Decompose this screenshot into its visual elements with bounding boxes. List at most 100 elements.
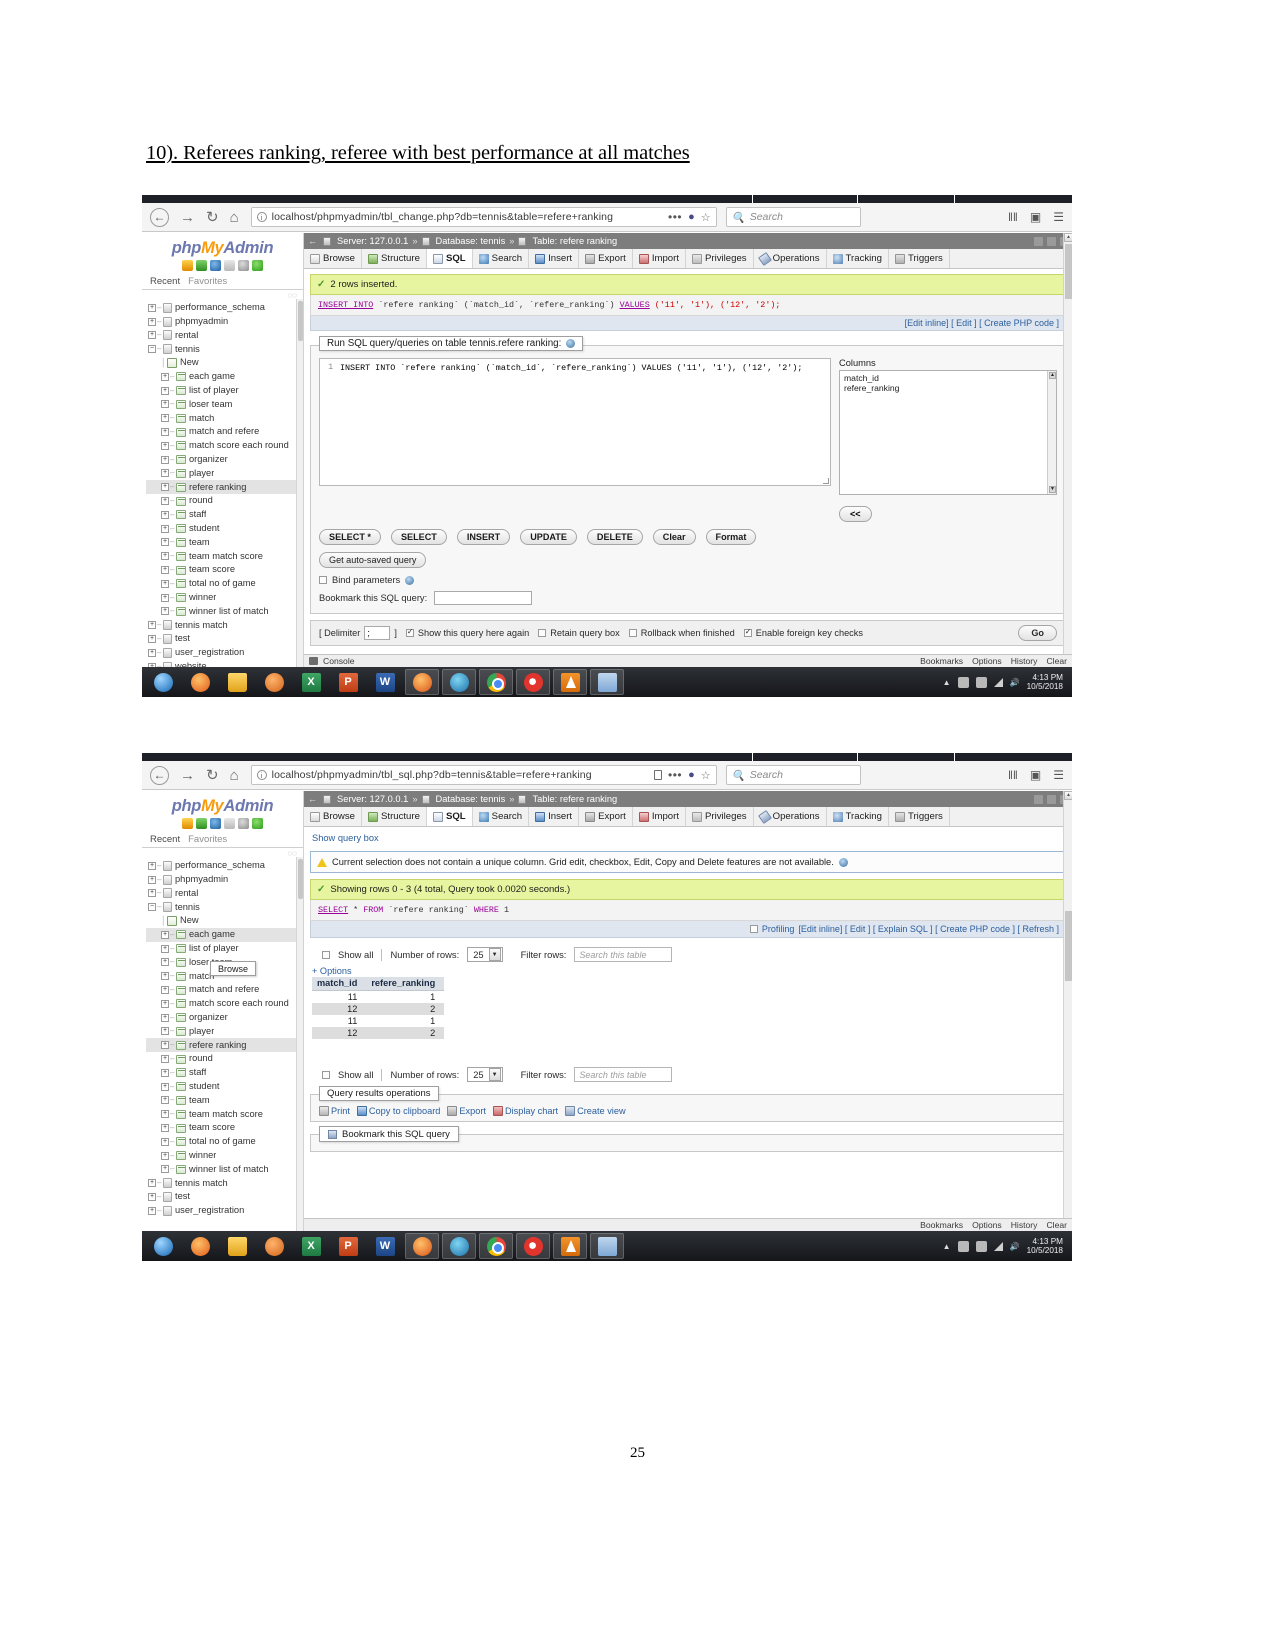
- tab-import[interactable]: Import: [633, 807, 687, 826]
- expand-icon[interactable]: +: [148, 648, 156, 657]
- expand-icon[interactable]: +: [161, 428, 169, 437]
- home-icon[interactable]: ⌂: [230, 768, 239, 783]
- breadcrumb-back-icon[interactable]: ←: [308, 236, 319, 246]
- option-rollback-when-finished[interactable]: Rollback when finished: [628, 628, 735, 638]
- scrollbar-thumb[interactable]: [1065, 244, 1072, 299]
- page-actions-icon[interactable]: •••: [668, 210, 682, 224]
- tree-db-user_registration[interactable]: + – user_registration: [146, 1204, 303, 1218]
- library-icon[interactable]: ‖‖: [1008, 768, 1018, 782]
- tree-table-match-score-each-round[interactable]: + – match score each round: [146, 439, 303, 453]
- footer-link-history[interactable]: History: [1011, 656, 1038, 666]
- resize-handle-icon[interactable]: [823, 478, 829, 484]
- tab-sql[interactable]: SQL: [426, 807, 473, 826]
- bookmark-input[interactable]: [434, 591, 533, 605]
- back-icon[interactable]: ←: [150, 765, 169, 785]
- clock[interactable]: 4:13 PM 10/5/2018: [1027, 1237, 1063, 1256]
- expand-icon[interactable]: +: [161, 1082, 169, 1091]
- option-show-this-query-here-again[interactable]: Show this query here again: [405, 627, 529, 638]
- checkbox[interactable]: [628, 629, 637, 637]
- expand-icon[interactable]: +: [161, 524, 169, 533]
- sidebar-scrollbar[interactable]: [296, 857, 303, 1231]
- expand-icon[interactable]: +: [148, 875, 156, 884]
- scrollbar-thumb[interactable]: [1065, 911, 1072, 981]
- breadcrumb-database[interactable]: Database: tennis: [436, 236, 506, 246]
- tree-table-winner-list-of-match[interactable]: + – winner list of match: [146, 605, 303, 619]
- expand-icon[interactable]: +: [161, 400, 169, 409]
- firefox-window-taskbar[interactable]: [405, 669, 439, 695]
- reload-icon[interactable]: ↻: [206, 210, 219, 225]
- columns-list[interactable]: match_id refere_ranking ▲ ▼: [839, 370, 1057, 495]
- site-info-icon[interactable]: i: [256, 770, 267, 780]
- edge-taskbar[interactable]: [442, 1233, 476, 1259]
- tab-tracking[interactable]: Tracking: [827, 807, 889, 826]
- favorites-tab[interactable]: Favorites: [186, 833, 233, 847]
- sql-button-format[interactable]: Format: [705, 529, 757, 545]
- tree-table-round[interactable]: + – round: [146, 494, 303, 508]
- expand-icon[interactable]: +: [161, 538, 169, 547]
- browser-search-box[interactable]: 🔍 Search: [725, 207, 861, 227]
- tree-db-phpmyadmin[interactable]: + – phpmyadmin: [146, 873, 303, 887]
- tree-table-staff[interactable]: + – staff: [146, 1066, 303, 1080]
- tree-table-team-score[interactable]: + – team score: [146, 563, 303, 577]
- firefox-window-taskbar[interactable]: [405, 1233, 439, 1259]
- breadcrumb-table[interactable]: Table: refere ranking: [532, 236, 617, 246]
- help-icon[interactable]: [210, 260, 221, 271]
- expand-icon[interactable]: +: [161, 566, 169, 575]
- home-icon[interactable]: [182, 818, 193, 829]
- show-all-checkbox-top[interactable]: [322, 950, 330, 959]
- expand-icon[interactable]: +: [161, 552, 169, 561]
- sidebar-scrollbar[interactable]: [296, 299, 303, 667]
- tree-table-list-of-player[interactable]: + – list of player: [146, 942, 303, 956]
- expand-icon[interactable]: +: [161, 1068, 169, 1077]
- expand-icon[interactable]: +: [161, 972, 169, 981]
- tree-db-performance_schema[interactable]: + – performance_schema: [146, 859, 303, 873]
- phpmyadmin-logo[interactable]: phpMyAdmin: [142, 233, 303, 258]
- file-explorer-taskbar[interactable]: [220, 1233, 254, 1259]
- documentation-icon[interactable]: [224, 818, 235, 829]
- chrome-taskbar[interactable]: [479, 1233, 513, 1259]
- expand-icon[interactable]: +: [148, 889, 156, 898]
- refresh-icon[interactable]: [252, 260, 263, 271]
- content-scrollbar[interactable]: ▲ ▼: [1063, 791, 1072, 1231]
- favorites-tab[interactable]: Favorites: [186, 275, 233, 289]
- tab-triggers[interactable]: Triggers: [889, 807, 950, 826]
- network-icon[interactable]: [993, 1241, 1003, 1251]
- tray-icon-2[interactable]: [975, 676, 987, 688]
- expand-icon[interactable]: +: [148, 621, 156, 630]
- footer-link-clear[interactable]: Clear: [1046, 1220, 1067, 1230]
- collapse-columns-button[interactable]: <<: [839, 506, 872, 522]
- tree-table-list-of-player[interactable]: + – list of player: [146, 384, 303, 398]
- expand-icon[interactable]: +: [161, 986, 169, 995]
- content-scrollbar[interactable]: ▲ ▼: [1063, 233, 1072, 667]
- tree-db-tennis[interactable]: − – tennis: [146, 342, 303, 356]
- opera-taskbar[interactable]: [516, 669, 550, 695]
- tree-db-rental[interactable]: + – rental: [146, 329, 303, 343]
- menu-icon[interactable]: ☰: [1053, 210, 1064, 224]
- reload-icon[interactable]: ↻: [206, 768, 219, 783]
- tree-table-each-game[interactable]: + – each game: [146, 370, 303, 384]
- footer-link-clear[interactable]: Clear: [1046, 656, 1067, 666]
- tree-db-test[interactable]: + – test: [146, 632, 303, 646]
- expand-icon[interactable]: +: [161, 1055, 169, 1064]
- settings-icon[interactable]: [1034, 794, 1043, 804]
- recent-tab[interactable]: Recent: [148, 833, 186, 847]
- tree-table-team[interactable]: + – team: [146, 536, 303, 550]
- expand-icon[interactable]: +: [161, 1165, 169, 1174]
- recent-tab[interactable]: Recent: [148, 275, 186, 289]
- tree-db-performance_schema[interactable]: + – performance_schema: [146, 301, 303, 315]
- footer-link-bookmarks[interactable]: Bookmarks: [920, 656, 963, 666]
- home-icon[interactable]: [182, 260, 193, 271]
- expand-icon[interactable]: +: [148, 331, 156, 340]
- vlc-taskbar[interactable]: [553, 669, 587, 695]
- address-bar[interactable]: i localhost/phpmyadmin/tbl_sql.php?db=te…: [250, 765, 717, 785]
- documentation-icon[interactable]: [224, 260, 235, 271]
- expand-icon[interactable]: +: [161, 510, 169, 519]
- profiling-checkbox[interactable]: [749, 925, 758, 933]
- tree-table-player[interactable]: + – player: [146, 1025, 303, 1039]
- tab-export[interactable]: Export: [579, 249, 633, 268]
- column-header[interactable]: match_id: [312, 977, 367, 991]
- gear-icon[interactable]: [238, 818, 249, 829]
- tray-icon-2[interactable]: [975, 1240, 987, 1252]
- tree-table-team[interactable]: + – team: [146, 1094, 303, 1108]
- browser-search-box[interactable]: 🔍 Search: [725, 765, 861, 785]
